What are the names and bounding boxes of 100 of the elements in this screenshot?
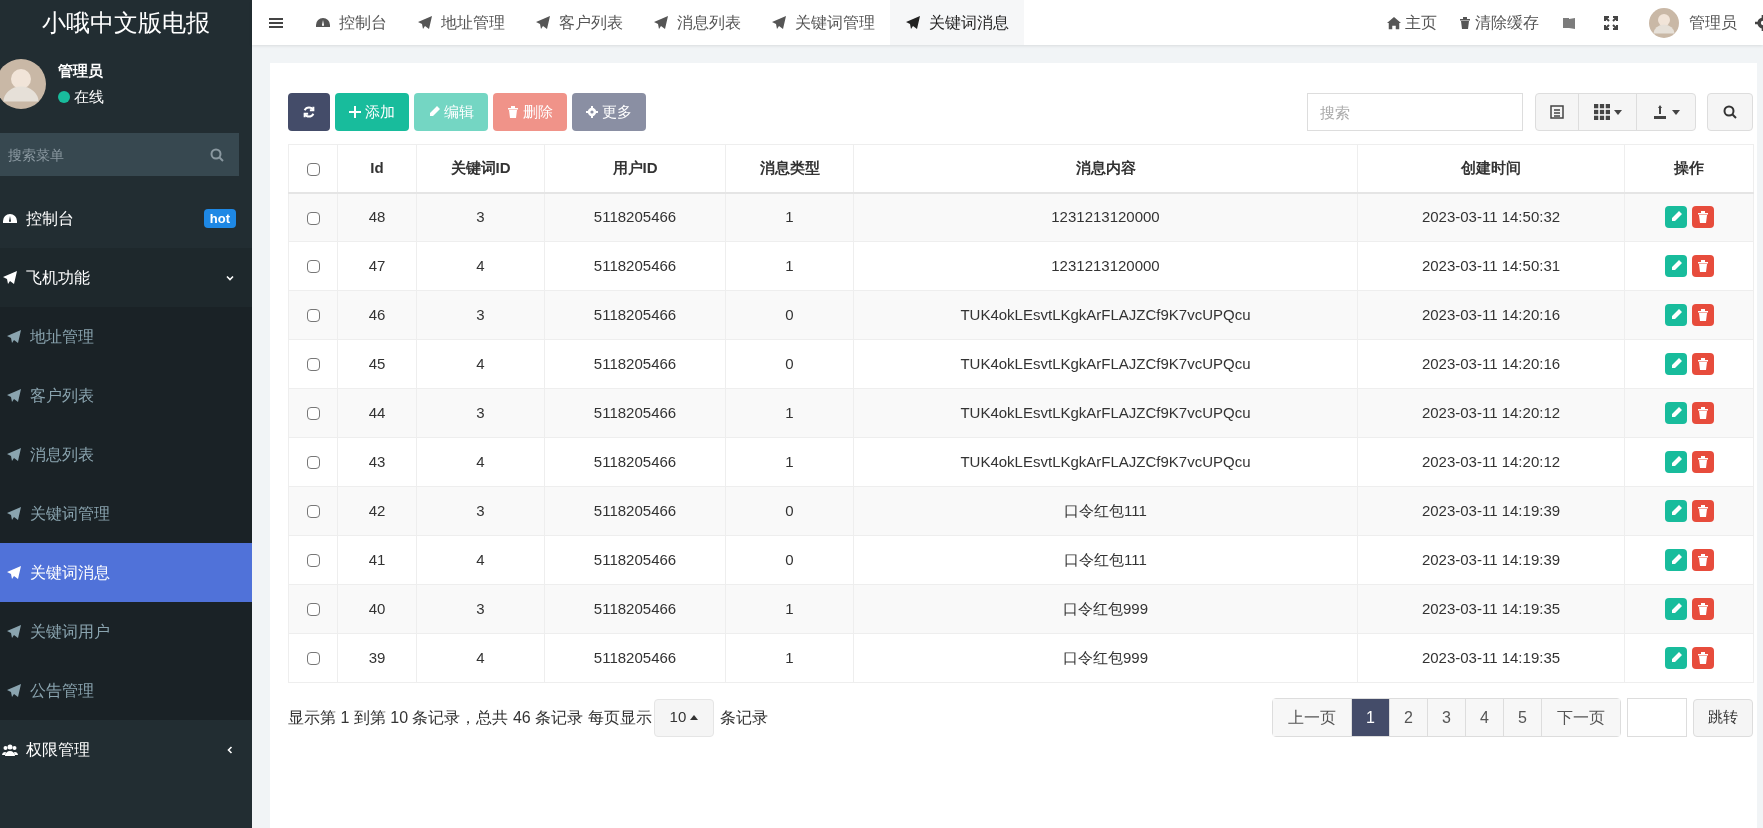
- trash-icon: [507, 106, 519, 118]
- column-header: 操作: [1624, 144, 1754, 193]
- fullscreen-icon[interactable]: [1603, 14, 1619, 31]
- edit-row-button[interactable]: [1664, 500, 1687, 522]
- avatar-icon: [0, 59, 46, 109]
- delete-row-button[interactable]: [1691, 647, 1714, 669]
- row-checkbox[interactable]: [306, 211, 320, 225]
- row-checkbox[interactable]: [306, 260, 320, 274]
- delete-row-button[interactable]: [1691, 206, 1714, 229]
- pencil-icon: [1669, 505, 1682, 517]
- table-cell: 5118205466: [544, 633, 726, 683]
- edit-row-button[interactable]: [1664, 451, 1687, 473]
- sidebar-label: 飞机功能: [26, 267, 91, 288]
- page-jump-field[interactable]: [1627, 698, 1687, 737]
- avatar-icon: [1649, 7, 1679, 38]
- page-button[interactable]: 5: [1504, 699, 1542, 736]
- delete-row-button[interactable]: [1691, 451, 1714, 473]
- list-icon: [1549, 104, 1565, 120]
- jump-button[interactable]: 跳转: [1693, 698, 1753, 737]
- edit-row-button[interactable]: [1664, 304, 1687, 326]
- row-checkbox[interactable]: [306, 358, 320, 372]
- refresh-button[interactable]: [288, 93, 330, 131]
- gear-icon: [586, 106, 598, 118]
- edit-row-button[interactable]: [1664, 598, 1687, 620]
- home-link[interactable]: 主页: [1387, 10, 1437, 35]
- sidebar-label: 权限管理: [26, 739, 91, 760]
- table-search-field[interactable]: 搜索: [1307, 93, 1523, 131]
- row-checkbox[interactable]: [306, 554, 320, 568]
- sidebar-subitem[interactable]: 地址管理: [0, 307, 252, 366]
- caret-icon: [1672, 108, 1680, 116]
- column-header: 用户ID: [544, 144, 726, 193]
- user-name: 管理员: [58, 60, 104, 81]
- row-checkbox[interactable]: [306, 603, 320, 617]
- trash-icon: [1696, 603, 1709, 615]
- sidebar-item[interactable]: 控制台 hot: [0, 189, 252, 248]
- paper-plane-icon: [6, 328, 22, 345]
- column-header: 创建时间: [1357, 144, 1625, 193]
- pencil-icon: [1669, 260, 1682, 272]
- delete-row-button[interactable]: [1691, 353, 1714, 375]
- nav-tab[interactable]: 关键词消息: [890, 0, 1024, 45]
- paper-plane-icon: [6, 682, 22, 699]
- edit-row-button[interactable]: [1664, 402, 1687, 424]
- row-checkbox[interactable]: [306, 652, 320, 666]
- delete-row-button[interactable]: [1691, 255, 1714, 277]
- sidebar-subitem[interactable]: 关键词消息: [0, 543, 252, 602]
- nav-tab[interactable]: 关键词管理: [756, 0, 890, 45]
- sidebar-item[interactable]: 权限管理: [0, 720, 252, 779]
- next-page-button[interactable]: 下一页: [1542, 699, 1620, 736]
- pencil-icon: [1669, 309, 1682, 321]
- edit-row-button[interactable]: [1664, 255, 1687, 277]
- edit-row-button[interactable]: [1664, 549, 1687, 571]
- delete-row-button[interactable]: [1691, 304, 1714, 326]
- edit-row-button[interactable]: [1664, 647, 1687, 669]
- nav-tab[interactable]: 客户列表: [520, 0, 638, 45]
- export-icon: [1652, 104, 1668, 120]
- paper-plane-icon: [6, 564, 22, 581]
- row-checkbox[interactable]: [306, 456, 320, 470]
- menu-search-field[interactable]: 搜索菜单: [0, 133, 239, 176]
- user-menu[interactable]: 管理员: [1689, 10, 1737, 35]
- nav-tab[interactable]: 控制台: [300, 0, 402, 45]
- nav-tab[interactable]: 消息列表: [638, 0, 756, 45]
- sidebar-item[interactable]: 飞机功能: [0, 248, 252, 307]
- pencil-icon: [1669, 456, 1682, 468]
- page-size-dropdown[interactable]: 10: [653, 698, 715, 737]
- paper-plane-icon: [905, 14, 921, 31]
- page-button[interactable]: 2: [1390, 699, 1428, 736]
- sidebar-subitem[interactable]: 客户列表: [0, 366, 252, 425]
- sidebar-label: 控制台: [26, 208, 75, 229]
- paper-plane-icon: [2, 269, 18, 286]
- sidebar-subitem[interactable]: 关键词用户: [0, 602, 252, 661]
- page-button[interactable]: 3: [1428, 699, 1466, 736]
- prev-page-button[interactable]: 上一页: [1273, 699, 1352, 736]
- pencil-icon: [1669, 554, 1682, 566]
- page-button[interactable]: 4: [1466, 699, 1504, 736]
- edit-row-button[interactable]: [1664, 353, 1687, 375]
- column-header: 关键词ID: [416, 144, 545, 193]
- search-icon: [1722, 104, 1738, 120]
- page-button[interactable]: 1: [1352, 699, 1390, 736]
- caret-icon: [1613, 108, 1622, 116]
- pencil-icon: [1669, 358, 1682, 370]
- sidebar-subitem[interactable]: 消息列表: [0, 425, 252, 484]
- trash-icon: [1696, 260, 1709, 272]
- delete-row-button[interactable]: [1691, 549, 1714, 571]
- search-button[interactable]: [1707, 93, 1753, 131]
- table-cell: 39: [337, 633, 417, 683]
- sidebar-subitem[interactable]: 公告管理: [0, 661, 252, 720]
- clear-cache-link[interactable]: 清除缓存: [1459, 10, 1539, 35]
- row-checkbox[interactable]: [306, 505, 320, 519]
- hot-badge: hot: [203, 208, 236, 229]
- delete-row-button[interactable]: [1691, 402, 1714, 424]
- user-status: 在线: [74, 87, 104, 107]
- sidebar-subitem[interactable]: 关键词管理: [0, 484, 252, 543]
- row-checkbox[interactable]: [306, 309, 320, 323]
- edit-row-button[interactable]: [1664, 206, 1687, 229]
- row-checkbox[interactable]: [306, 407, 320, 421]
- trash-icon: [1696, 211, 1709, 224]
- delete-row-button[interactable]: [1691, 500, 1714, 522]
- select-all-checkbox[interactable]: [306, 162, 320, 176]
- nav-tab[interactable]: 地址管理: [402, 0, 520, 45]
- delete-row-button[interactable]: [1691, 598, 1714, 620]
